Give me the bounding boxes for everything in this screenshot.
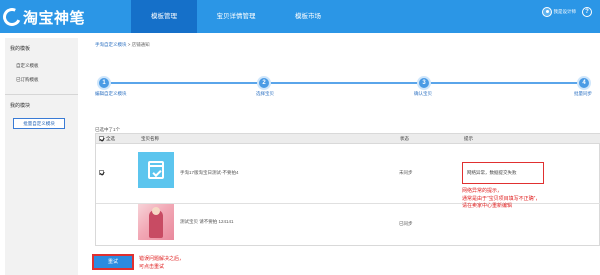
sidebar-divider <box>5 94 78 95</box>
header-product-name: 宝贝名称 <box>141 136 159 141</box>
row-2-product-name[interactable]: 测试宝贝 请不要拍 124141 <box>180 219 234 225</box>
sidebar: 我的模板 自定义模板 已订购模板 我的模块 批量自定义模块 <box>5 38 78 275</box>
breadcrumb-parent[interactable]: 手淘自定义模块 <box>95 42 127 47</box>
annotation-retry-line-1: 错误问题解决之后， <box>139 256 185 262</box>
logo-icon <box>0 5 24 29</box>
calendar-check-icon <box>148 161 164 179</box>
step-2-label: 选择宝贝 <box>256 91 274 96</box>
header-select-all[interactable]: 全选 <box>106 136 115 142</box>
select-all-checkbox[interactable] <box>99 136 104 141</box>
steps-progress-line <box>104 82 590 84</box>
brand-logo[interactable]: 淘宝神笔 <box>0 5 86 29</box>
step-1-label: 编辑自定义模块 <box>95 91 127 96</box>
row-1-note: 网络异常，数据提交失败 <box>462 162 544 184</box>
annotation-line-2: 通常是由于“宝贝项目填写不正确”， <box>462 195 541 202</box>
table-header: 全选 宝贝名称 状态 提示 <box>96 134 600 144</box>
row-1-product-name[interactable]: 手淘17版淘宝日测试-不要拍4 <box>180 170 239 176</box>
user-name[interactable]: 我是设计师 <box>554 9 577 15</box>
batch-custom-module-button[interactable]: 批量自定义模块 <box>13 118 65 129</box>
user-avatar-icon <box>541 7 552 17</box>
header-status: 状态 <box>400 136 409 141</box>
sidebar-item-custom-template[interactable]: 自定义模板 <box>16 63 39 69</box>
step-1-circle: 1 <box>97 76 111 90</box>
annotation-network-error: 网络异常的提示， 通常是由于“宝贝项目填写不正确”， 请在卖家中心重新编辑 <box>462 188 540 211</box>
step-3-label: 确认宝贝 <box>414 91 432 96</box>
logo-text: 淘宝神笔 <box>23 8 86 27</box>
row-1-thumbnail[interactable] <box>138 152 174 188</box>
step-3-circle: 3 <box>417 76 431 90</box>
breadcrumb-current: 店铺通知 <box>131 42 150 47</box>
user-area[interactable]: 我是设计师 ? <box>541 7 592 17</box>
help-icon[interactable]: ? <box>582 7 592 17</box>
sidebar-group-my-modules: 我的模块 <box>10 103 31 109</box>
header-note: 提示 <box>464 136 473 141</box>
step-4-label: 批量同步 <box>574 91 592 96</box>
annotation-retry-line-2: 可点击重试 <box>139 263 165 270</box>
sidebar-group-my-templates: 我的模板 <box>10 46 31 52</box>
annotation-retry: 错误问题解决之后， 可点击重试 <box>139 256 184 271</box>
annotation-line-3: 请在卖家中心重新编辑 <box>462 203 513 209</box>
row-2-status: 已同步 <box>399 221 413 226</box>
step-4-circle: 4 <box>577 76 591 90</box>
nav-template-market[interactable]: 模板市场 <box>275 0 341 33</box>
top-navbar: 淘宝神笔 模板管理 宝贝详情管理 模板市场 我是设计师 ? <box>0 0 600 33</box>
step-2-circle: 2 <box>257 76 271 90</box>
main-nav: 模板管理 宝贝详情管理 模板市场 <box>131 0 341 33</box>
row-2-thumbnail[interactable] <box>138 204 174 240</box>
annotation-line-1: 网络异常的提示， <box>462 188 503 194</box>
row-1-checkbox[interactable] <box>99 170 104 175</box>
nav-template-manage[interactable]: 模板管理 <box>131 0 197 33</box>
product-figure-head <box>152 207 160 215</box>
nav-item-detail-manage[interactable]: 宝贝详情管理 <box>197 0 275 33</box>
retry-button[interactable]: 重试 <box>92 254 134 270</box>
row-1-status: 未同步 <box>399 170 413 175</box>
breadcrumb: 手淘自定义模块 > 店铺通知 <box>95 42 150 48</box>
sidebar-item-purchased-template[interactable]: 已订购模板 <box>16 77 39 83</box>
